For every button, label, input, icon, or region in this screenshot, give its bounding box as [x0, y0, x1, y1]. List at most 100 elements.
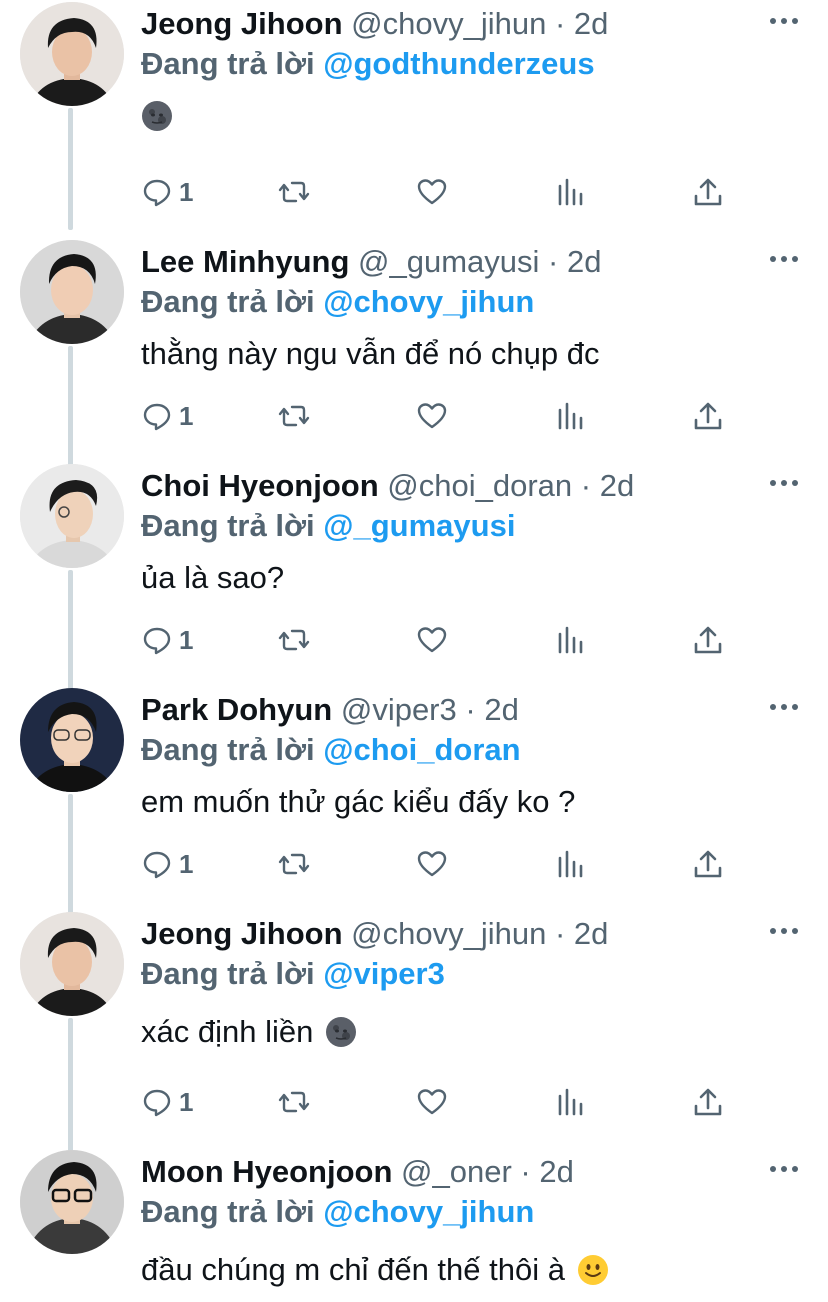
display-name[interactable]: Jeong Jihoon — [141, 916, 343, 951]
more-options-icon[interactable] — [770, 18, 798, 26]
like-button[interactable] — [416, 172, 448, 212]
replying-to-label: Đang trả lời — [141, 46, 315, 81]
retweet-icon — [278, 405, 310, 427]
replying-to-handle[interactable]: @choi_doran — [323, 732, 520, 767]
retweet-button[interactable] — [278, 172, 310, 212]
user-handle[interactable]: @chovy_jihun — [351, 916, 546, 951]
display-name[interactable]: Jeong Jihoon — [141, 6, 343, 41]
replying-to: Đang trả lời @choi_doran — [141, 730, 521, 770]
replying-to: Đang trả lời @_gumayusi — [141, 506, 515, 546]
share-button[interactable] — [692, 172, 724, 212]
share-button[interactable] — [692, 620, 724, 660]
reply-button[interactable]: 1 — [141, 172, 193, 212]
heart-icon — [417, 403, 447, 429]
like-button[interactable] — [416, 844, 448, 884]
thread-line — [68, 346, 73, 466]
user-handle[interactable]: @_oner — [401, 1154, 512, 1189]
replying-to: Đang trả lời @viper3 — [141, 954, 445, 994]
reply-button[interactable]: 1 — [141, 844, 193, 884]
tweet-header: Park Dohyun @viper3 · 2d — [141, 690, 519, 730]
more-options-icon[interactable] — [770, 480, 798, 488]
tweet-actions: 1 — [141, 620, 741, 660]
share-button[interactable] — [692, 396, 724, 436]
share-upload-icon — [694, 1088, 722, 1116]
views-button[interactable] — [554, 396, 586, 436]
tweet-text — [141, 94, 173, 138]
user-handle[interactable]: @viper3 — [341, 692, 457, 727]
avatar-image — [20, 464, 124, 568]
avatar-image — [20, 240, 124, 344]
like-button[interactable] — [416, 396, 448, 436]
avatar[interactable] — [20, 1150, 124, 1254]
views-button[interactable] — [554, 172, 586, 212]
more-options-icon[interactable] — [770, 928, 798, 936]
thread-line — [68, 108, 73, 230]
timestamp[interactable]: 2d — [539, 1154, 573, 1189]
tweet-text: ủa là sao? — [141, 556, 284, 600]
tweet-text: thằng này ngu vẫn để nó chụp đc — [141, 332, 599, 376]
views-button[interactable] — [554, 844, 586, 884]
share-upload-icon — [694, 402, 722, 430]
speech-bubble-icon — [143, 179, 171, 207]
views-button[interactable] — [554, 1082, 586, 1122]
display-name[interactable]: Choi Hyeonjoon — [141, 468, 379, 503]
avatar-image — [20, 1150, 124, 1254]
replying-to-handle[interactable]: @godthunderzeus — [323, 46, 594, 81]
user-handle[interactable]: @chovy_jihun — [351, 6, 546, 41]
display-name[interactable]: Park Dohyun — [141, 692, 332, 727]
tweet-header: Jeong Jihoon @chovy_jihun · 2d — [141, 914, 608, 954]
reply-button[interactable]: 1 — [141, 396, 193, 436]
reply-count: 1 — [179, 624, 194, 655]
replying-to-handle[interactable]: @chovy_jihun — [323, 284, 534, 319]
user-handle[interactable]: @choi_doran — [387, 468, 572, 503]
views-button[interactable] — [554, 620, 586, 660]
tweet-actions: 1 — [141, 844, 741, 884]
like-button[interactable] — [416, 1082, 448, 1122]
replying-to-handle[interactable]: @viper3 — [323, 956, 445, 991]
more-options-icon[interactable] — [770, 256, 798, 264]
reply-button[interactable]: 1 — [141, 620, 193, 660]
avatar-image — [20, 912, 124, 1016]
bar-chart-icon — [558, 178, 583, 206]
avatar[interactable] — [20, 688, 124, 792]
replying-to-handle[interactable]: @_gumayusi — [323, 508, 515, 543]
timestamp[interactable]: 2d — [567, 244, 601, 279]
share-upload-icon — [694, 178, 722, 206]
replying-to-label: Đang trả lời — [141, 732, 315, 767]
timestamp[interactable]: 2d — [574, 916, 608, 951]
tweet-text-content: đầu chúng m chỉ đến thế thôi à — [141, 1252, 565, 1287]
display-name[interactable]: Lee Minhyung — [141, 244, 349, 279]
display-name[interactable]: Moon Hyeonjoon — [141, 1154, 392, 1189]
avatar[interactable] — [20, 240, 124, 344]
user-handle[interactable]: @_gumayusi — [358, 244, 539, 279]
more-options-icon[interactable] — [770, 1166, 798, 1174]
retweet-button[interactable] — [278, 620, 310, 660]
heart-icon — [417, 627, 447, 653]
timestamp[interactable]: 2d — [600, 468, 634, 503]
retweet-button[interactable] — [278, 844, 310, 884]
tweet-header: Jeong Jihoon @chovy_jihun · 2d — [141, 4, 608, 44]
tweet-text-content: em muốn thử gác kiểu đấy ko ? — [141, 784, 576, 819]
separator-dot: · — [548, 244, 559, 279]
thread-line — [68, 794, 73, 914]
tweet-text-content: xác định liền — [141, 1014, 314, 1049]
retweet-button[interactable] — [278, 396, 310, 436]
retweet-button[interactable] — [278, 1082, 310, 1122]
timestamp[interactable]: 2d — [574, 6, 608, 41]
like-button[interactable] — [416, 620, 448, 660]
replying-to-handle[interactable]: @chovy_jihun — [323, 1194, 534, 1229]
separator-dot: · — [465, 692, 476, 727]
share-button[interactable] — [692, 1082, 724, 1122]
share-button[interactable] — [692, 844, 724, 884]
avatar[interactable] — [20, 464, 124, 568]
tweet-header: Choi Hyeonjoon @choi_doran · 2d — [141, 466, 634, 506]
avatar[interactable] — [20, 2, 124, 106]
more-options-icon[interactable] — [770, 704, 798, 712]
bar-chart-icon — [558, 850, 583, 878]
avatar[interactable] — [20, 912, 124, 1016]
reply-button[interactable]: 1 — [141, 1082, 193, 1122]
tweet-text: em muốn thử gác kiểu đấy ko ? — [141, 780, 575, 824]
replying-to-label: Đang trả lời — [141, 508, 315, 543]
timestamp[interactable]: 2d — [484, 692, 518, 727]
share-upload-icon — [694, 626, 722, 654]
